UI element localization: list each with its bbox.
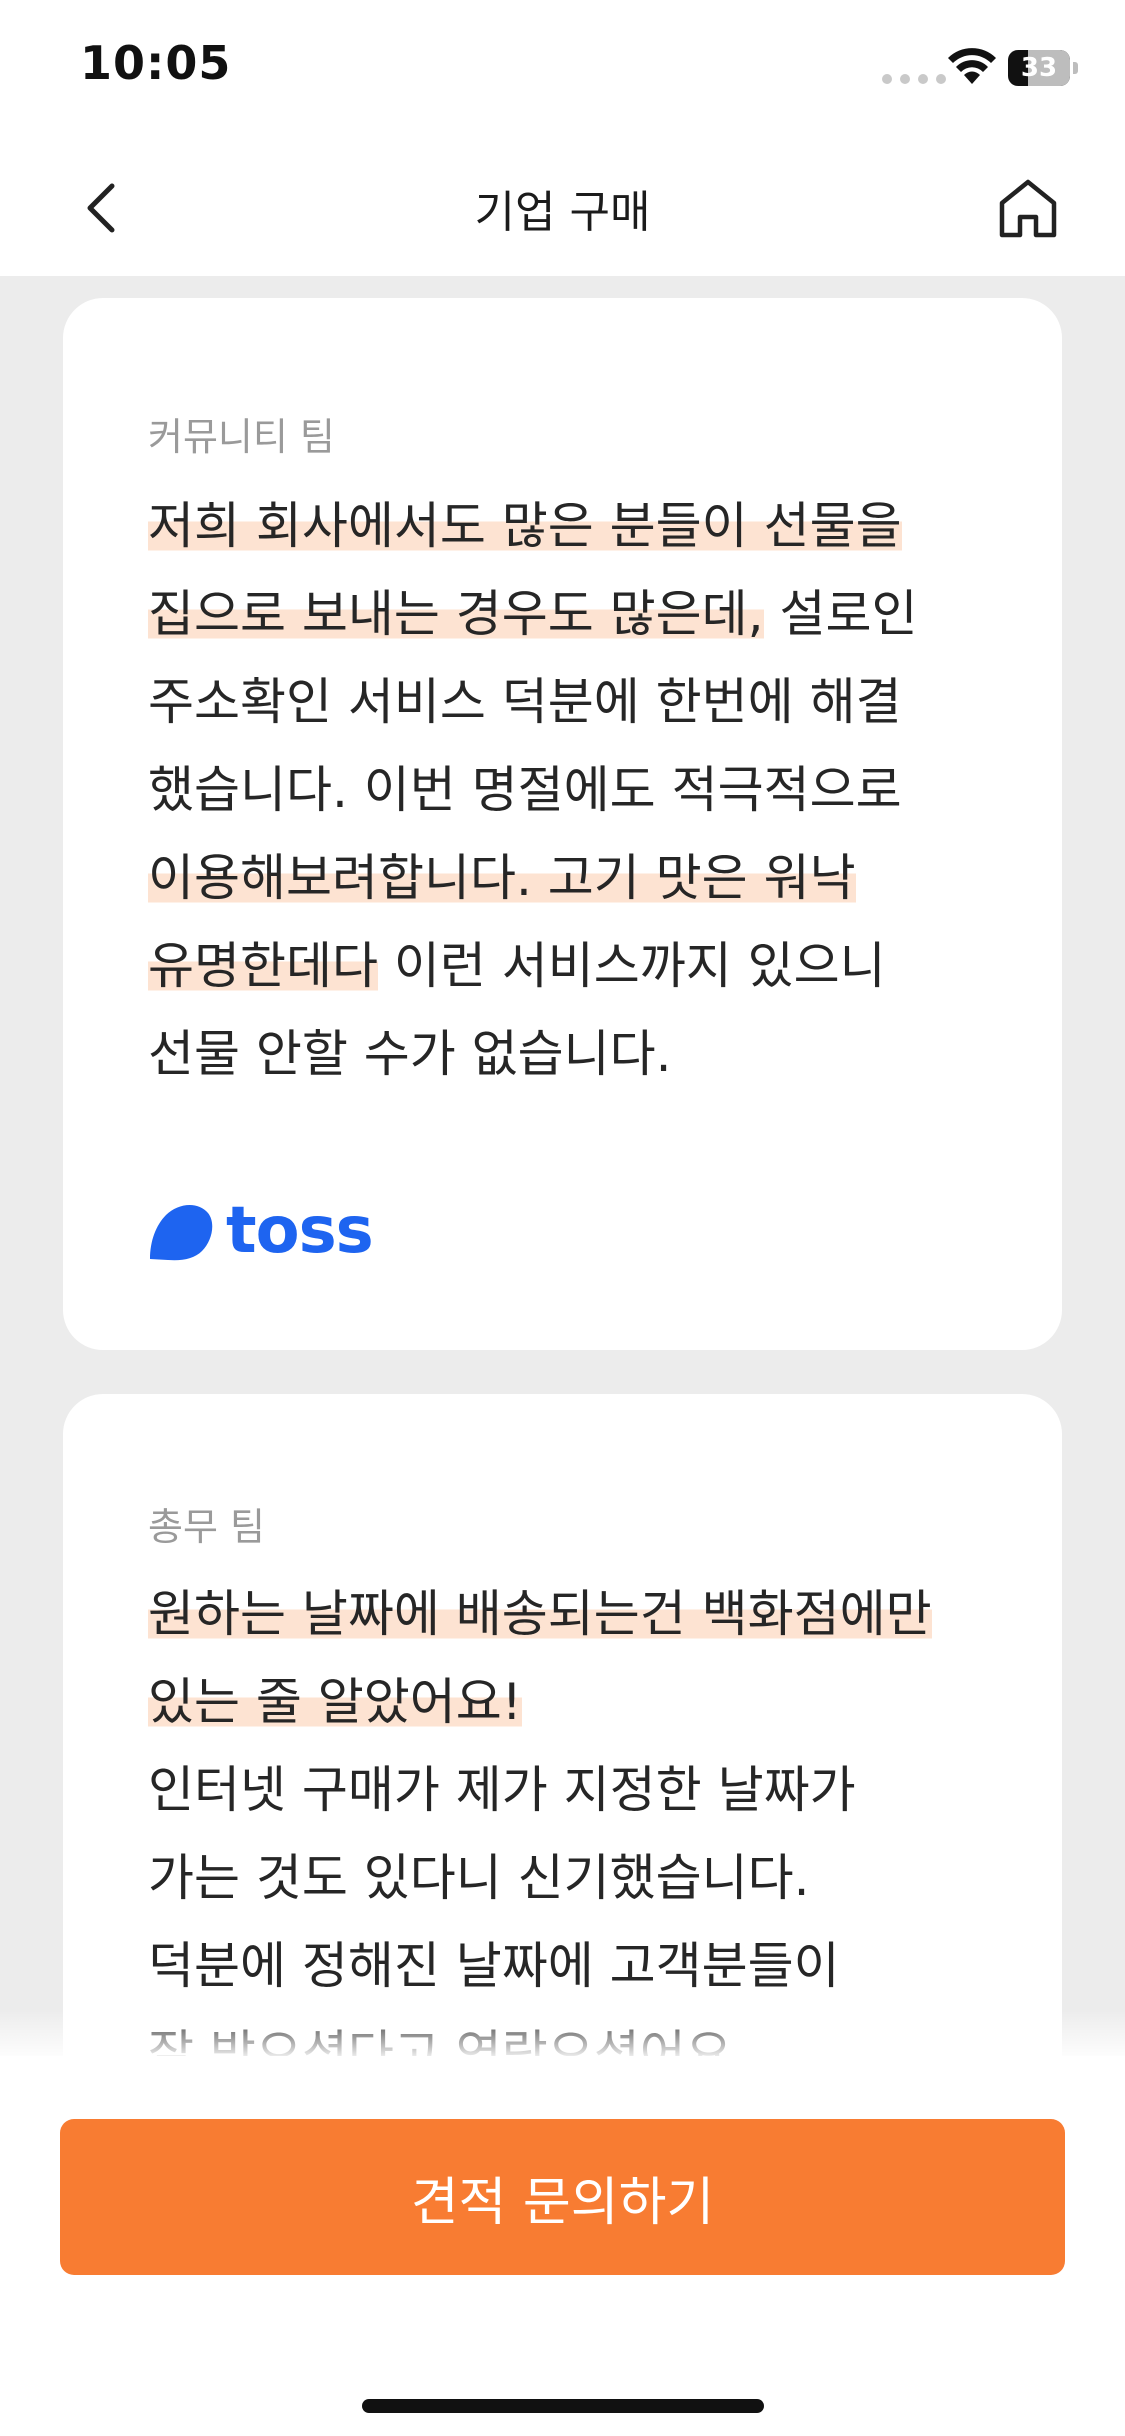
nav-bar: 기업 구매 [0,140,1125,276]
battery-icon: 33 [1008,50,1078,86]
company-logo: toss [148,1194,374,1268]
team-label: 총무 팀 [148,1505,265,1549]
status-bar: 10:05 33 [0,0,1125,140]
quote-text: 이런 서비스까지 있으니 [378,937,886,995]
testimonial-card: 커뮤니티 팀 저희 회사에서도 많은 분들이 선물을집으로 보내는 경우도 많은… [63,298,1062,1350]
quote-text: 선물 안할 수가 없습니다. [148,1025,672,1083]
battery-level: 33 [1020,53,1058,83]
testimonial-quote: 저희 회사에서도 많은 분들이 선물을집으로 보내는 경우도 많은데, 설로인주… [148,482,1002,1098]
quote-inquiry-button[interactable]: 견적 문의하기 [60,2119,1065,2275]
page-title: 기업 구매 [474,187,651,238]
home-button[interactable] [990,168,1066,248]
cellular-signal-icon [882,74,946,84]
wifi-icon [948,48,996,84]
toss-wordmark: toss [226,1194,374,1268]
toss-mark-icon [150,1204,213,1261]
quote-text: 설로인 [763,585,918,643]
home-icon [999,179,1057,238]
bottom-action-area: 견적 문의하기 [0,2056,1125,2436]
quote-text: 인터넷 구매가 제가 지정한 날짜가 [148,1761,856,1819]
testimonial-list[interactable]: 커뮤니티 팀 저희 회사에서도 많은 분들이 선물을집으로 보내는 경우도 많은… [0,276,1125,2056]
highlighted-text: 이용해보려합니다. 고기 맛은 워낙 [148,849,856,907]
highlighted-text: 저희 회사에서도 많은 분들이 선물을 [148,497,902,555]
status-time: 10:05 [80,36,232,90]
home-indicator [362,2399,764,2413]
team-label: 커뮤니티 팀 [148,415,335,459]
testimonial-quote: 원하는 날짜에 배송되는건 백화점에만있는 줄 알았어요! 인터넷 구매가 제가 … [148,1570,1002,2056]
highlighted-text: 집으로 보내는 경우도 많은데, [148,585,764,643]
quote-text: 했습니다. 이번 명절에도 적극적으로 [148,761,902,819]
quote-text: 주소확인 서비스 덕분에 한번에 해결 [148,673,902,731]
highlighted-text: 유명한데다 [148,937,378,995]
scroll-fade [0,2010,1125,2056]
testimonial-card: 총무 팀 원하는 날짜에 배송되는건 백화점에만있는 줄 알았어요! 인터넷 구매… [63,1394,1062,2056]
highlighted-text: 원하는 날짜에 배송되는건 백화점에만 [148,1585,932,1643]
quote-text: 가는 것도 있다니 신기했습니다. [148,1849,810,1907]
highlighted-text: 있는 줄 알았어요! [148,1673,522,1731]
quote-text: 덕분에 정해진 날짜에 고객분들이 [148,1937,840,1995]
